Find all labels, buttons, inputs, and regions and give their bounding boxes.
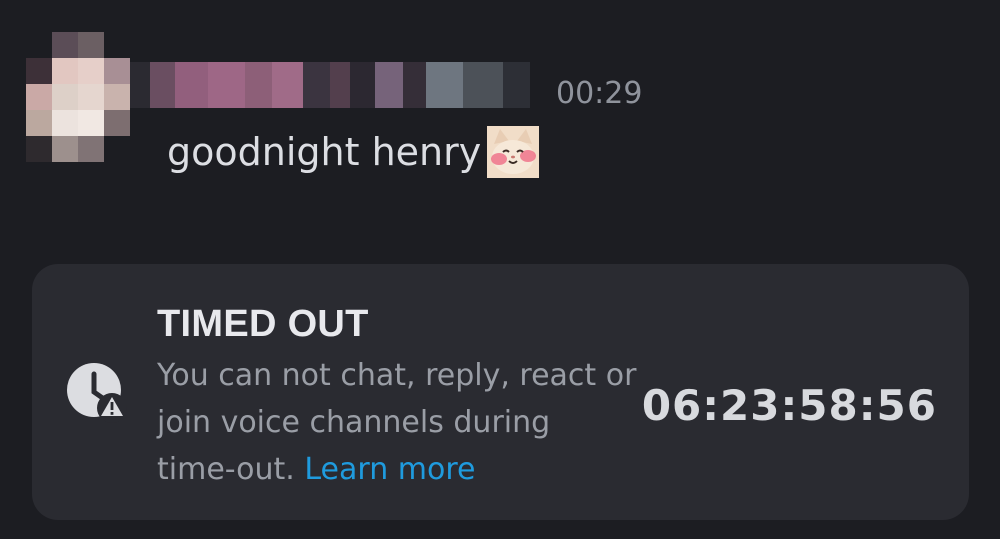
message-timestamp: 00:29 — [556, 76, 643, 111]
avatar[interactable] — [26, 32, 130, 162]
learn-more-link[interactable]: Learn more — [304, 452, 475, 487]
timeout-card: TIMED OUT You can not chat, reply, react… — [32, 264, 969, 520]
blushing-cat-emoji[interactable] — [487, 126, 540, 178]
username-censored[interactable] — [130, 62, 530, 108]
timeout-countdown: 06:23:58:56 — [641, 381, 937, 430]
message-text: goodnight henry — [167, 130, 482, 174]
chat-view: 00:29 goodnight henry TIMED OUT You can … — [0, 0, 1000, 539]
timeout-description: You can not chat, reply, react or join v… — [157, 352, 637, 493]
message-content: goodnight henry — [167, 126, 540, 178]
timeout-title: TIMED OUT — [157, 303, 369, 345]
clock-warning-icon — [66, 362, 128, 424]
